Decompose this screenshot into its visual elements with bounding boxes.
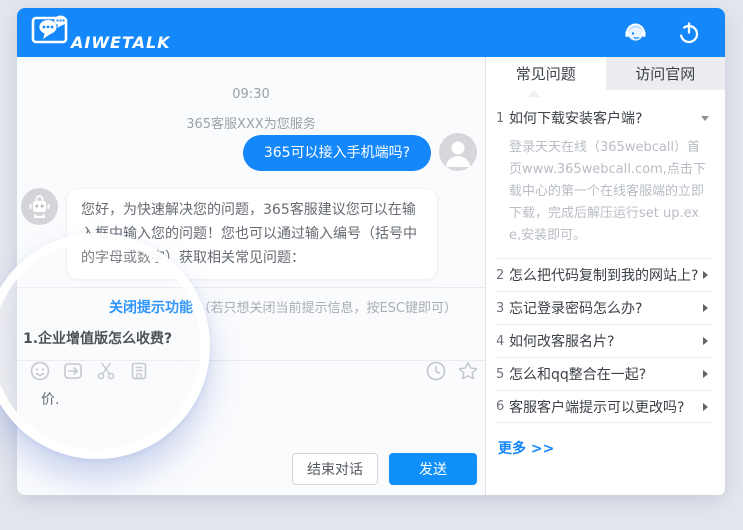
- caret-right-icon[interactable]: [703, 403, 708, 411]
- chat-panel: 09:30 365客服XXX为您服务 365可以接入手机端吗?: [17, 57, 485, 495]
- screenshot-scissors-icon[interactable]: [95, 360, 117, 382]
- sidebar: 常见问题 访问官网 1 如何下载安装客户端? 登录天天在线（365webcall…: [485, 57, 725, 495]
- timestamp: 09:30: [17, 87, 485, 102]
- caret-right-icon[interactable]: [703, 337, 708, 345]
- caret-down-icon[interactable]: [701, 116, 709, 121]
- faq-item[interactable]: 5 怎么和qq整合在一起?: [496, 357, 713, 390]
- tab-faq[interactable]: 常见问题: [486, 57, 606, 90]
- faq-number: 4: [496, 334, 509, 349]
- faq-item[interactable]: 2 怎么把代码复制到我的网站上?: [496, 258, 713, 291]
- logo-icon: [31, 13, 75, 53]
- emoji-icon[interactable]: [29, 360, 51, 382]
- faq-question: 如何下载安装客户端?: [509, 108, 701, 128]
- faq-item[interactable]: 4 如何改客服名片?: [496, 324, 713, 357]
- faq-question: 客服客户端提示可以更改吗?: [509, 397, 703, 417]
- robot-icon: [21, 188, 58, 225]
- faq-question: 怎么把代码复制到我的网站上?: [509, 265, 703, 285]
- faq-question-row[interactable]: 1 如何下载安装客户端?: [496, 98, 713, 130]
- favorite-star-icon[interactable]: [457, 360, 479, 382]
- service-note: 365客服XXX为您服务: [17, 113, 485, 132]
- faq-number: 1: [496, 111, 509, 126]
- tab-website[interactable]: 访问官网: [606, 57, 726, 90]
- faq-question: 怎么和qq整合在一起?: [509, 364, 703, 384]
- toolbar: [29, 360, 150, 382]
- faq-item[interactable]: 3 忘记登录密码怎么办?: [496, 291, 713, 324]
- user-avatar: [439, 133, 477, 171]
- send-button[interactable]: 发送: [389, 453, 477, 485]
- caret-right-icon[interactable]: [703, 304, 708, 312]
- brand-name: AIWETALK: [71, 33, 171, 52]
- bot-message-row: 您好，为快速解决您的问题，365客服建议您可以在输入框中输入您的问题！您也可以通…: [21, 188, 438, 280]
- button-row: 结束对话 发送: [292, 453, 477, 485]
- header: AIWETALK: [17, 8, 725, 57]
- sidebar-tabs: 常见问题 访问官网: [486, 57, 725, 90]
- faq-number: 2: [496, 268, 509, 283]
- user-message-bubble: 365可以接入手机端吗?: [243, 135, 431, 171]
- faq-item: 1 如何下载安装客户端? 登录天天在线（365webcall）首页www.365…: [496, 98, 713, 247]
- toolbar-right: [425, 360, 479, 382]
- bot-message-bubble: 您好，为快速解决您的问题，365客服建议您可以在输入框中输入您的问题！您也可以通…: [66, 188, 438, 280]
- brand-logo: AIWETALK: [31, 13, 171, 53]
- message-input[interactable]: 价.: [41, 389, 241, 429]
- caret-right-icon[interactable]: [703, 271, 708, 279]
- user-message-row: 365可以接入手机端吗?: [243, 133, 477, 171]
- header-actions: [621, 19, 703, 47]
- faq-number: 3: [496, 301, 509, 316]
- faq-number: 6: [496, 399, 509, 414]
- active-tab-notch: [528, 90, 540, 97]
- bot-avatar: [21, 188, 58, 225]
- faq-question: 如何改客服名片?: [509, 331, 703, 351]
- close-hint-link[interactable]: 关闭提示功能: [109, 300, 193, 316]
- caret-right-icon[interactable]: [703, 370, 708, 378]
- person-icon: [439, 133, 477, 171]
- more-link[interactable]: 更多 >>: [498, 438, 554, 458]
- end-chat-button[interactable]: 结束对话: [292, 453, 378, 485]
- faq-list: 1 如何下载安装客户端? 登录天天在线（365webcall）首页www.365…: [486, 90, 725, 458]
- faq-question: 忘记登录密码怎么办?: [509, 298, 703, 318]
- power-icon[interactable]: [675, 19, 703, 47]
- hint-bar: 关闭提示功能 （若只想关闭当前提示信息，按ESC键即可） 1.企业增值版怎么收费…: [17, 287, 485, 361]
- agent-icon[interactable]: [621, 19, 649, 47]
- history-clock-icon[interactable]: [425, 360, 447, 382]
- suggestion-item[interactable]: 1.企业增值版怎么收费?: [17, 328, 485, 348]
- hint-note: （若只想关闭当前提示信息，按ESC键即可）: [197, 301, 457, 316]
- notes-icon[interactable]: [128, 360, 150, 382]
- chat-window: AIWETALK: [17, 8, 725, 495]
- faq-item[interactable]: 6 客服客户端提示可以更改吗?: [496, 390, 713, 423]
- send-file-icon[interactable]: [62, 360, 84, 382]
- faq-number: 5: [496, 367, 509, 382]
- faq-answer: 登录天天在线（365webcall）首页www.365webcall.com,点…: [509, 137, 709, 247]
